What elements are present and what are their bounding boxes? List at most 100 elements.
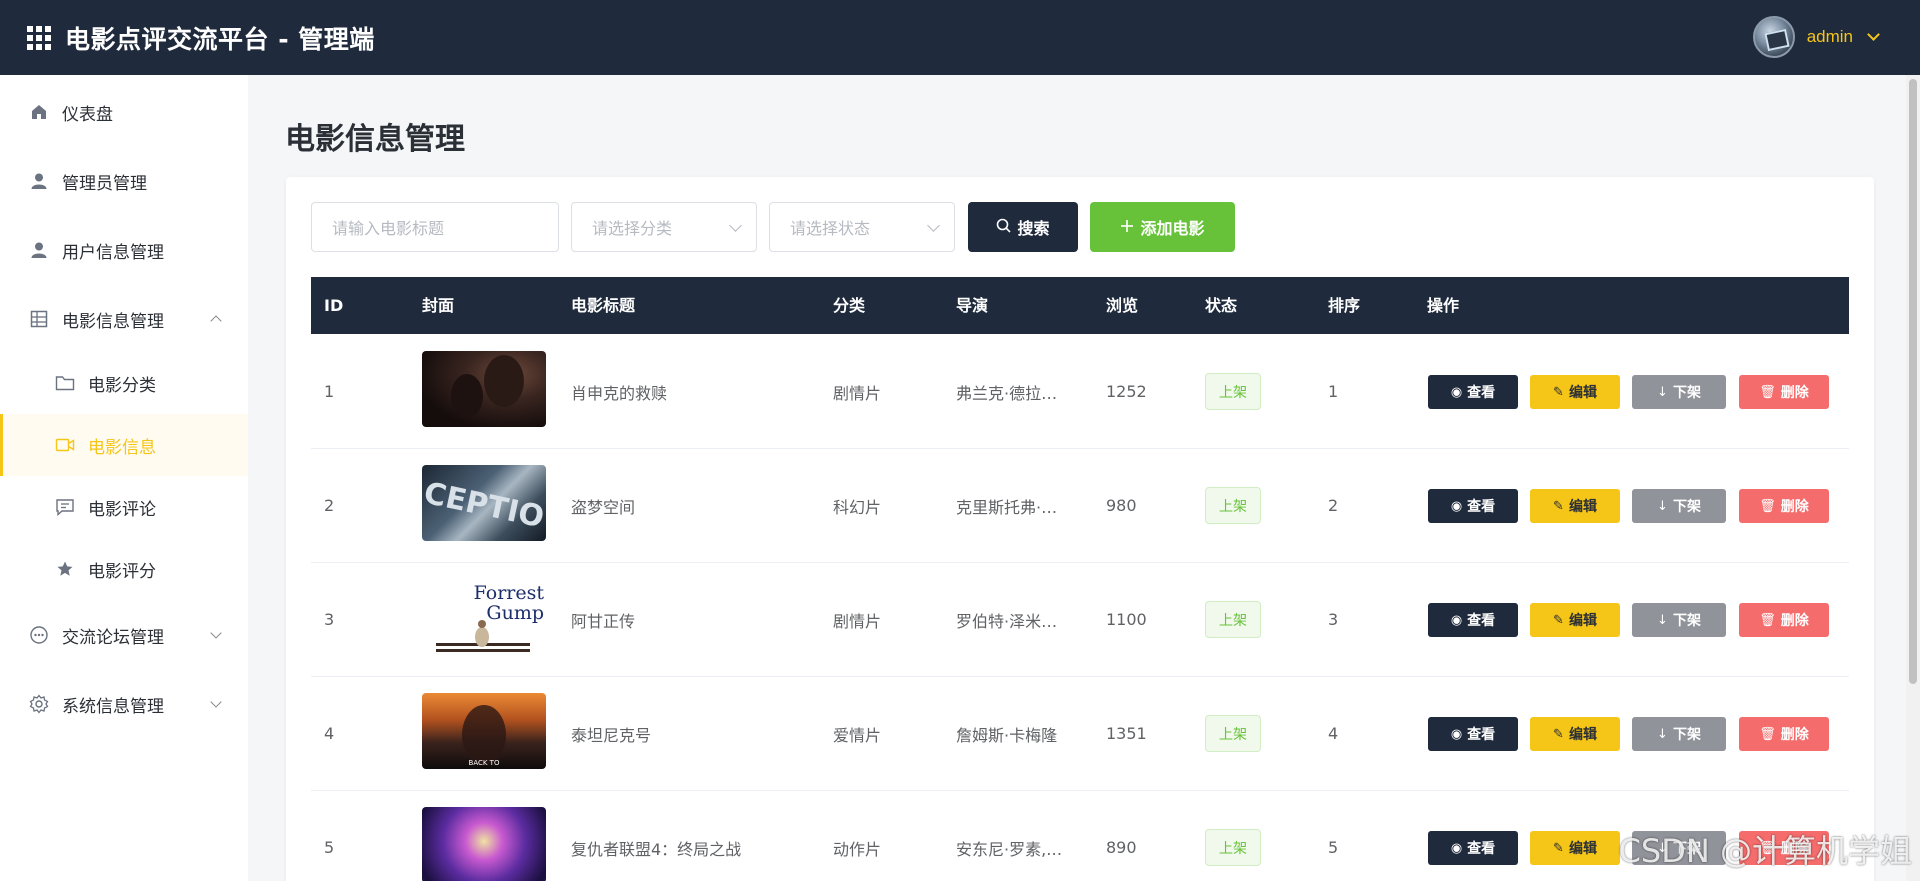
- edit-button[interactable]: ✎ 编辑: [1530, 603, 1620, 637]
- cell-sort: 4: [1328, 724, 1339, 743]
- edit-button[interactable]: ✎ 编辑: [1530, 717, 1620, 751]
- table-row: 2 CEPTIO 盗梦空间 科幻片 克里斯托弗·… 980 上架 2 ◉ 查看 ✎…: [311, 449, 1849, 563]
- chevron-down-icon[interactable]: [1867, 28, 1880, 41]
- edit-label: 编辑: [1568, 727, 1597, 743]
- table-row: 3 Forrest Gump 阿甘正传 剧情片 罗伯特·泽米… 1100 上架 …: [311, 563, 1849, 677]
- movie-poster[interactable]: [422, 807, 546, 881]
- sidebar-item-label: 系统信息管理: [62, 696, 164, 717]
- chevron-up-icon: [210, 315, 222, 327]
- sidebar-item-movie-comments[interactable]: 电影评论: [0, 476, 248, 538]
- search-icon: [996, 218, 1012, 237]
- view-button[interactable]: ◉ 查看: [1428, 831, 1518, 865]
- grid-icon: [28, 308, 50, 330]
- page-title: 电影信息管理: [285, 122, 465, 157]
- home-icon: [28, 101, 50, 123]
- username[interactable]: admin: [1807, 27, 1853, 47]
- search-button-label: 搜索: [1017, 219, 1050, 238]
- sidebar-item-movie-management[interactable]: 电影信息管理: [0, 288, 248, 350]
- delete-button[interactable]: 🗑 删除: [1739, 489, 1829, 523]
- sidebar-item-label: 电影评分: [88, 561, 156, 582]
- delete-label: 删除: [1780, 727, 1809, 743]
- view-button[interactable]: ◉ 查看: [1428, 717, 1518, 751]
- sidebar-item-movie-info[interactable]: 电影信息: [0, 414, 248, 476]
- cell-director: 克里斯托弗·…: [956, 497, 1058, 517]
- view-button[interactable]: ◉ 查看: [1428, 375, 1518, 409]
- status-badge: 上架: [1205, 601, 1261, 638]
- cell-views: 1351: [1106, 724, 1147, 743]
- add-movie-button[interactable]: 添加电影: [1090, 202, 1235, 252]
- user-menu[interactable]: admin: [1752, 16, 1880, 58]
- delete-button[interactable]: 🗑 删除: [1739, 375, 1829, 409]
- edit-label: 编辑: [1568, 385, 1597, 401]
- delete-button[interactable]: 🗑 删除: [1739, 717, 1829, 751]
- search-button[interactable]: 搜索: [968, 202, 1078, 252]
- cell-sort: 1: [1328, 382, 1339, 401]
- eye-icon: ◉: [1450, 612, 1463, 628]
- apps-grid-icon[interactable]: [27, 25, 51, 50]
- view-label: 查看: [1467, 499, 1496, 515]
- column-header: 浏览: [1106, 296, 1139, 315]
- view-button[interactable]: ◉ 查看: [1428, 489, 1518, 523]
- edit-button[interactable]: ✎ 编辑: [1530, 831, 1620, 865]
- trash-icon: 🗑: [1759, 384, 1776, 400]
- plus-icon: [1120, 218, 1134, 237]
- folder-icon: [54, 372, 76, 394]
- offshelf-button[interactable]: ↓ 下架: [1632, 375, 1726, 409]
- trash-icon: 🗑: [1759, 498, 1776, 514]
- view-button[interactable]: ◉ 查看: [1428, 603, 1518, 637]
- avatar[interactable]: [1752, 16, 1795, 58]
- chevron-down-icon: [210, 627, 222, 639]
- view-label: 查看: [1467, 727, 1496, 743]
- cell-sort: 3: [1328, 610, 1339, 629]
- user-icon: [28, 239, 50, 261]
- status-select[interactable]: 请选择状态: [769, 202, 955, 252]
- poster-text: Gump: [486, 602, 544, 624]
- sidebar-item-system[interactable]: 系统信息管理: [0, 673, 248, 735]
- offshelf-label: 下架: [1672, 613, 1701, 629]
- cell-title: 肖申克的救赎: [571, 383, 668, 403]
- sidebar-item-label: 电影信息管理: [62, 311, 164, 332]
- delete-button[interactable]: 🗑 删除: [1739, 603, 1829, 637]
- sidebar-item-label: 仪表盘: [62, 104, 113, 125]
- cell-category: 剧情片: [833, 383, 882, 403]
- cell-title: 复仇者联盟4：终局之战: [571, 839, 742, 859]
- offshelf-button[interactable]: ↓ 下架: [1632, 717, 1726, 751]
- movie-poster[interactable]: CEPTIO: [422, 465, 546, 541]
- column-header: 导演: [956, 296, 989, 315]
- scrollbar-thumb[interactable]: [1909, 79, 1917, 684]
- view-label: 查看: [1467, 841, 1496, 857]
- sidebar-item-label: 电影评论: [88, 499, 156, 520]
- sidebar-item-dashboard[interactable]: 仪表盘: [0, 81, 248, 143]
- offshelf-button[interactable]: ↓ 下架: [1632, 603, 1726, 637]
- cell-id: 4: [324, 724, 335, 743]
- column-header: 排序: [1328, 296, 1361, 315]
- movie-poster[interactable]: [422, 351, 546, 427]
- edit-button[interactable]: ✎ 编辑: [1530, 375, 1620, 409]
- cell-id: 3: [324, 610, 335, 629]
- sidebar-item-movie-category[interactable]: 电影分类: [0, 352, 248, 414]
- vertical-scrollbar[interactable]: [1906, 75, 1920, 881]
- sidebar-item-movie-ratings[interactable]: 电影评分: [0, 538, 248, 600]
- star-icon: [54, 558, 76, 580]
- cell-category: 剧情片: [833, 611, 882, 631]
- offshelf-button[interactable]: ↓ 下架: [1632, 489, 1726, 523]
- cell-sort: 5: [1328, 838, 1339, 857]
- sidebar-item-forum[interactable]: 交流论坛管理: [0, 604, 248, 666]
- sidebar-item-admins[interactable]: 管理员管理: [0, 150, 248, 212]
- chevron-down-icon: [729, 219, 742, 232]
- category-select[interactable]: 请选择分类: [571, 202, 757, 252]
- sidebar-item-label: 用户信息管理: [62, 242, 164, 263]
- edit-button[interactable]: ✎ 编辑: [1530, 489, 1620, 523]
- cell-title: 阿甘正传: [571, 611, 636, 631]
- column-header: 电影标题: [571, 296, 636, 315]
- pencil-icon: ✎: [1553, 498, 1564, 514]
- movie-poster[interactable]: BACK TO: [422, 693, 546, 769]
- table-row: 4 BACK TO 泰坦尼克号 爱情片 詹姆斯·卡梅隆 1351 上架 4 ◉ 查…: [311, 677, 1849, 791]
- chat-icon: [28, 624, 50, 646]
- sidebar-item-users[interactable]: 用户信息管理: [0, 219, 248, 281]
- title-search-input[interactable]: 请输入电影标题: [311, 202, 559, 252]
- cell-views: 890: [1106, 838, 1137, 857]
- cell-director: 安东尼·罗素,…: [956, 839, 1063, 859]
- movie-poster[interactable]: Forrest Gump: [422, 579, 546, 655]
- cell-director: 弗兰克·德拉…: [956, 383, 1058, 403]
